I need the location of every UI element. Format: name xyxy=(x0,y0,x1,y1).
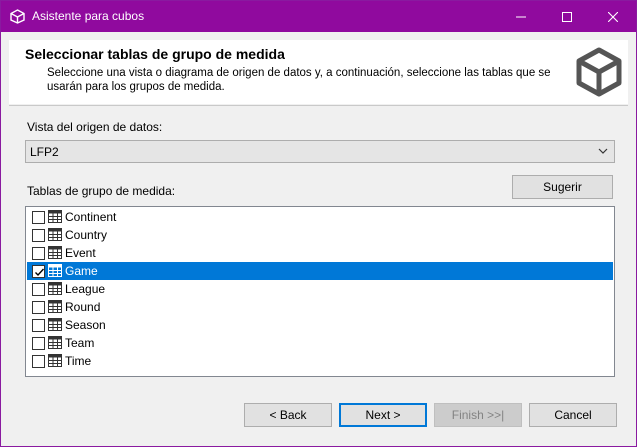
table-name: Game xyxy=(65,264,98,278)
minimize-icon xyxy=(516,16,526,17)
table-row[interactable]: Time xyxy=(27,352,613,370)
table-row[interactable]: Continent xyxy=(27,208,613,226)
maximize-icon xyxy=(562,11,572,22)
table-checkbox[interactable] xyxy=(32,319,45,332)
table-name: Team xyxy=(65,336,95,350)
checkmark-icon xyxy=(35,268,45,277)
minimize-button[interactable] xyxy=(498,1,544,32)
measure-group-tables-label: Tablas de grupo de medida: xyxy=(27,184,176,198)
table-row[interactable]: Round xyxy=(27,298,613,316)
table-row[interactable]: Season xyxy=(27,316,613,334)
data-source-view-value: LFP2 xyxy=(30,145,59,159)
data-source-view-dropdown[interactable]: LFP2 xyxy=(25,140,615,163)
table-icon xyxy=(48,282,62,295)
page-description: Seleccione una vista o diagrama de orige… xyxy=(47,67,551,93)
table-checkbox[interactable] xyxy=(32,355,45,368)
title-bar[interactable]: Asistente para cubos xyxy=(1,1,636,32)
window-title: Asistente para cubos xyxy=(32,9,145,23)
table-icon xyxy=(48,228,62,241)
table-row[interactable]: League xyxy=(27,280,613,298)
back-button[interactable]: < Back xyxy=(244,403,332,427)
table-checkbox[interactable] xyxy=(32,247,45,260)
finish-button[interactable]: Finish >>| xyxy=(434,403,522,427)
cube-app-icon xyxy=(10,9,25,24)
table-icon xyxy=(48,210,62,223)
table-name: Time xyxy=(65,354,92,368)
cube-icon xyxy=(576,47,622,97)
table-row[interactable]: Game xyxy=(27,262,613,280)
table-name: Event xyxy=(65,246,96,260)
table-name: League xyxy=(65,282,106,296)
table-row[interactable]: Team xyxy=(27,334,613,352)
close-button[interactable] xyxy=(590,1,636,32)
table-name: Country xyxy=(65,228,108,242)
maximize-button[interactable] xyxy=(544,1,590,32)
table-icon xyxy=(48,300,62,313)
table-checkbox[interactable] xyxy=(32,301,45,314)
table-icon xyxy=(48,246,62,259)
table-icon xyxy=(48,264,62,277)
table-name: Continent xyxy=(65,210,117,224)
table-row[interactable]: Event xyxy=(27,244,613,262)
wizard-header: Seleccionar tablas de grupo de medida Se… xyxy=(9,40,628,104)
wizard-window: Asistente para cubos Seleccionar tablas … xyxy=(0,0,637,447)
measure-group-tables-list[interactable]: Continent Country Event Game League Round Seas… xyxy=(25,206,615,377)
next-button[interactable]: Next > xyxy=(339,403,427,427)
table-checkbox[interactable] xyxy=(32,265,45,278)
table-icon xyxy=(48,354,62,367)
suggest-button[interactable]: Sugerir xyxy=(512,175,613,199)
header-separator xyxy=(9,105,628,106)
table-checkbox[interactable] xyxy=(32,211,45,224)
cancel-button[interactable]: Cancel xyxy=(529,403,617,427)
table-row[interactable]: Country xyxy=(27,226,613,244)
table-checkbox[interactable] xyxy=(32,337,45,350)
data-source-view-label: Vista del origen de datos: xyxy=(27,120,163,134)
close-icon xyxy=(608,11,618,22)
table-name: Round xyxy=(65,300,101,314)
page-title: Seleccionar tablas de grupo de medida xyxy=(25,46,285,62)
table-icon xyxy=(48,318,62,331)
table-checkbox[interactable] xyxy=(32,229,45,242)
chevron-down-icon xyxy=(598,148,608,154)
table-icon xyxy=(48,336,62,349)
table-name: Season xyxy=(65,318,106,332)
table-checkbox[interactable] xyxy=(32,283,45,296)
